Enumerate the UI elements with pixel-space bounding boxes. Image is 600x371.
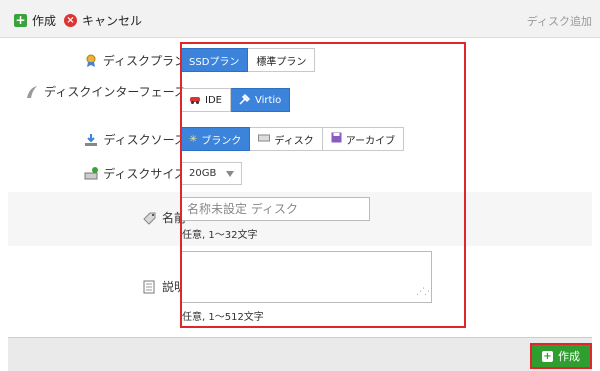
name-hint: 任意, 1〜32文字	[182, 230, 258, 241]
plan-segmented: SSDプラン 標準プラン	[180, 48, 316, 72]
toolbar-cancel-label: キャンセル	[82, 14, 143, 28]
toolbar-create-button[interactable]: + 作成	[14, 12, 56, 29]
download-icon	[84, 133, 98, 147]
create-button-label: 作成	[558, 350, 580, 363]
plus-icon: +	[542, 350, 553, 362]
cancel-icon: ×	[64, 14, 77, 27]
toolbar-cancel-button[interactable]: × キャンセル	[64, 12, 142, 29]
tag-icon	[143, 211, 157, 225]
description-hint: 任意, 1〜512文字	[182, 312, 264, 323]
plan-label: ディスクプラン	[84, 52, 186, 69]
ide-icon	[189, 94, 201, 107]
dialog-title: ディスク追加	[526, 15, 592, 28]
interface-segmented: IDE Virtio	[180, 88, 291, 112]
size-select[interactable]: 20GB	[180, 162, 242, 185]
disk-icon	[258, 133, 271, 146]
create-button[interactable]: + 作成	[530, 343, 592, 369]
source-option-disk[interactable]: ディスク	[250, 127, 323, 151]
plan-option-ssd[interactable]: SSDプラン	[180, 48, 249, 72]
interface-icon	[25, 85, 39, 99]
description-textarea[interactable]	[180, 251, 432, 303]
interface-option-ide[interactable]: IDE	[180, 88, 231, 112]
name-input[interactable]	[180, 197, 370, 221]
plus-icon: +	[14, 13, 27, 27]
source-segmented: ✳ ブランク ディスク アーカイブ	[180, 127, 405, 151]
disk-add-icon	[84, 166, 99, 181]
source-label: ディスクソース	[84, 131, 186, 148]
interface-option-virtio[interactable]: Virtio	[230, 88, 291, 112]
chevron-down-icon	[226, 170, 235, 177]
virtio-icon	[239, 93, 251, 108]
save-icon	[331, 132, 342, 146]
interface-label: ディスクインターフェース	[25, 83, 186, 100]
toolbar-create-label: 作成	[32, 14, 57, 28]
plan-option-standard[interactable]: 標準プラン	[248, 48, 316, 72]
source-option-archive[interactable]: アーカイブ	[322, 127, 405, 151]
size-label: ディスクサイズ	[84, 165, 186, 182]
document-icon	[143, 280, 157, 294]
toolbar: + 作成 × キャンセル ディスク追加	[0, 0, 600, 38]
source-option-blank[interactable]: ✳ ブランク	[180, 127, 251, 151]
sparkle-icon: ✳	[189, 133, 198, 145]
footer-bar	[8, 337, 592, 371]
resize-grip-icon[interactable]: ⋰⋰	[416, 288, 433, 298]
medal-icon	[84, 54, 98, 68]
